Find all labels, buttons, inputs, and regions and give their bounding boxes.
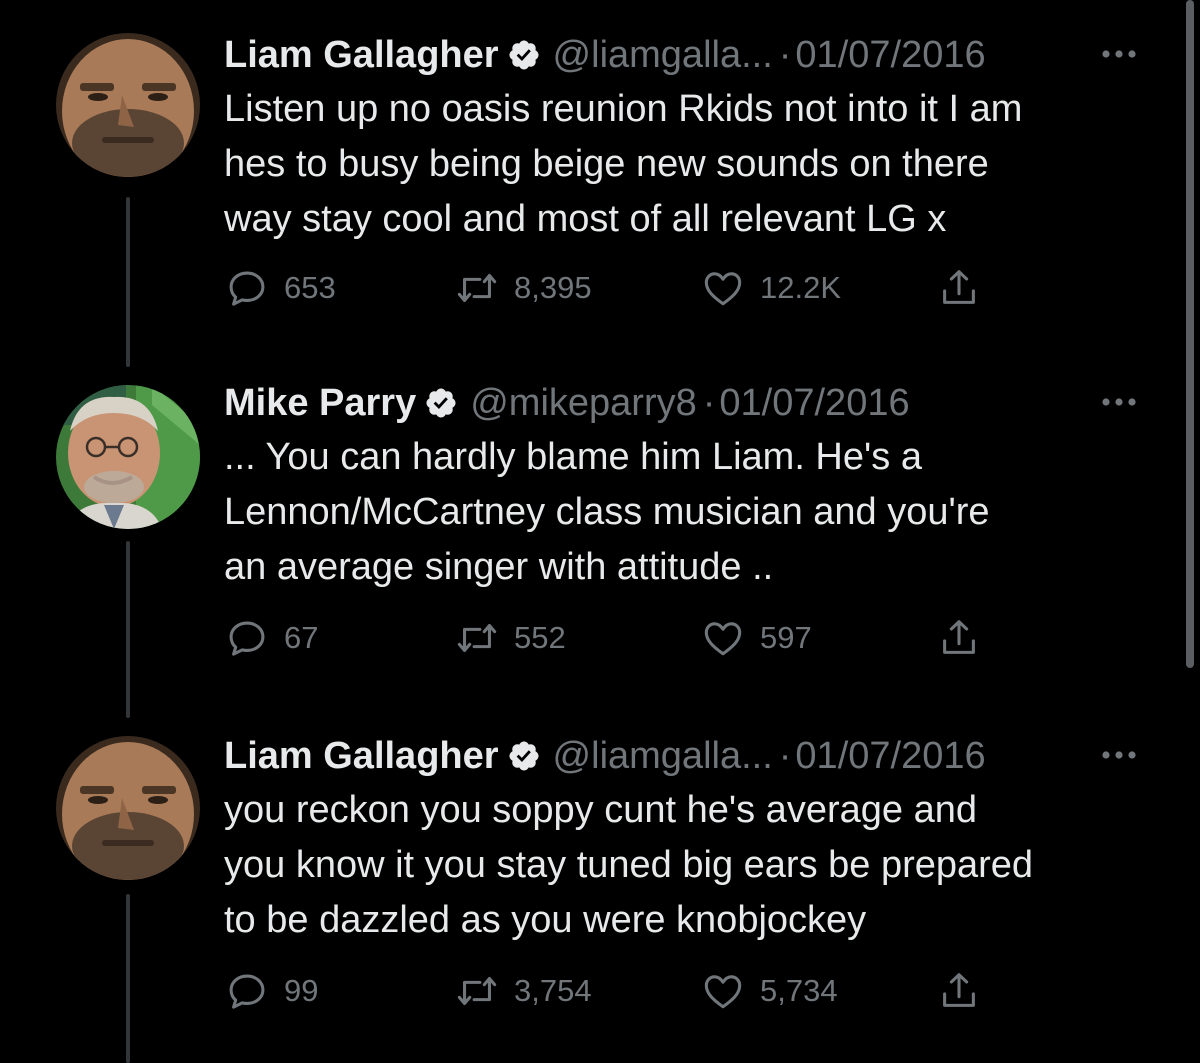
tweet-text: Listen up no oasis reunion Rkids not int… [224,88,1023,240]
author-name[interactable]: Liam Gallagher [224,731,499,781]
retweet-icon [457,977,497,1005]
avatar-liam-gallagher[interactable] [56,736,200,880]
thread-connector-line [126,541,130,718]
tweet-header: Liam Gallagher @liamgalla... · 01/07/201… [224,731,986,781]
retweet-button[interactable]: 552 [454,613,566,663]
tweet-date[interactable]: 01/07/2016 [795,731,985,781]
retweet-count: 3,754 [514,973,592,1008]
author-handle[interactable]: @liamgalla... [553,731,773,781]
author-handle[interactable]: @mikeparry8 [470,378,697,428]
like-icon [704,622,742,656]
more-options-icon[interactable] [1098,390,1140,414]
retweet-icon [457,274,497,302]
author-name[interactable]: Liam Gallagher [224,30,499,80]
share-button[interactable] [936,966,982,1016]
like-button[interactable]: 12.2K [700,263,841,313]
header-separator: · [778,34,792,76]
thread-connector-line [126,197,130,367]
reply-count: 67 [284,620,319,655]
tweet-date[interactable]: 01/07/2016 [795,30,985,80]
share-icon [943,973,975,1007]
like-count: 597 [760,620,812,655]
tweet-1[interactable]: Liam Gallagher @liamgalla... · 01/07/201… [0,30,1180,367]
verified-badge-icon [426,388,456,418]
reply-icon [229,271,265,306]
like-icon [704,272,742,306]
reply-button[interactable]: 99 [224,966,318,1016]
thread-connector-line [126,894,130,1063]
tweet-header: Mike Parry @mikeparry8 · 01/07/2016 [224,378,910,428]
share-button[interactable] [936,613,982,663]
tweet-date[interactable]: 01/07/2016 [719,378,909,428]
reply-button[interactable]: 653 [224,263,336,313]
tweet-header: Liam Gallagher @liamgalla... · 01/07/201… [224,30,986,80]
like-icon [704,975,742,1009]
scrollbar[interactable] [1186,0,1194,668]
author-handle[interactable]: @liamgalla... [553,30,773,80]
like-count: 12.2K [760,270,842,305]
verified-badge-icon [509,40,539,70]
retweet-count: 552 [514,620,566,655]
avatar-mike-parry[interactable] [56,385,200,529]
share-button[interactable] [936,263,982,313]
reply-count: 99 [284,973,319,1008]
retweet-button[interactable]: 3,754 [454,966,592,1016]
like-count: 5,734 [760,973,838,1008]
more-options-icon[interactable] [1098,42,1140,66]
share-icon [943,270,975,304]
reply-button[interactable]: 67 [224,613,318,663]
header-separator: · [778,735,792,777]
like-button[interactable]: 597 [700,613,812,663]
reply-icon [229,621,265,656]
tweet-thread: Liam Gallagher @liamgalla... · 01/07/201… [0,0,1200,1063]
reply-count: 653 [284,270,336,305]
retweet-icon [457,624,497,652]
more-options-icon[interactable] [1098,743,1140,767]
author-name[interactable]: Mike Parry [224,378,416,428]
verified-badge-icon [509,741,539,771]
tweet-3[interactable]: Liam Gallagher @liamgalla... · 01/07/201… [0,731,1180,1063]
retweet-button[interactable]: 8,395 [454,263,592,313]
like-button[interactable]: 5,734 [700,966,838,1016]
share-icon [943,620,975,654]
avatar-liam-gallagher[interactable] [56,33,200,177]
tweet-2[interactable]: Mike Parry @mikeparry8 · 01/07/2016 ... … [0,378,1180,718]
retweet-count: 8,395 [514,270,592,305]
reply-icon [229,974,265,1009]
header-separator: · [702,382,716,424]
tweet-text: you reckon you soppy cunt he's average a… [224,789,1034,941]
tweet-text: ... You can hardly blame him Liam. He's … [224,436,990,588]
